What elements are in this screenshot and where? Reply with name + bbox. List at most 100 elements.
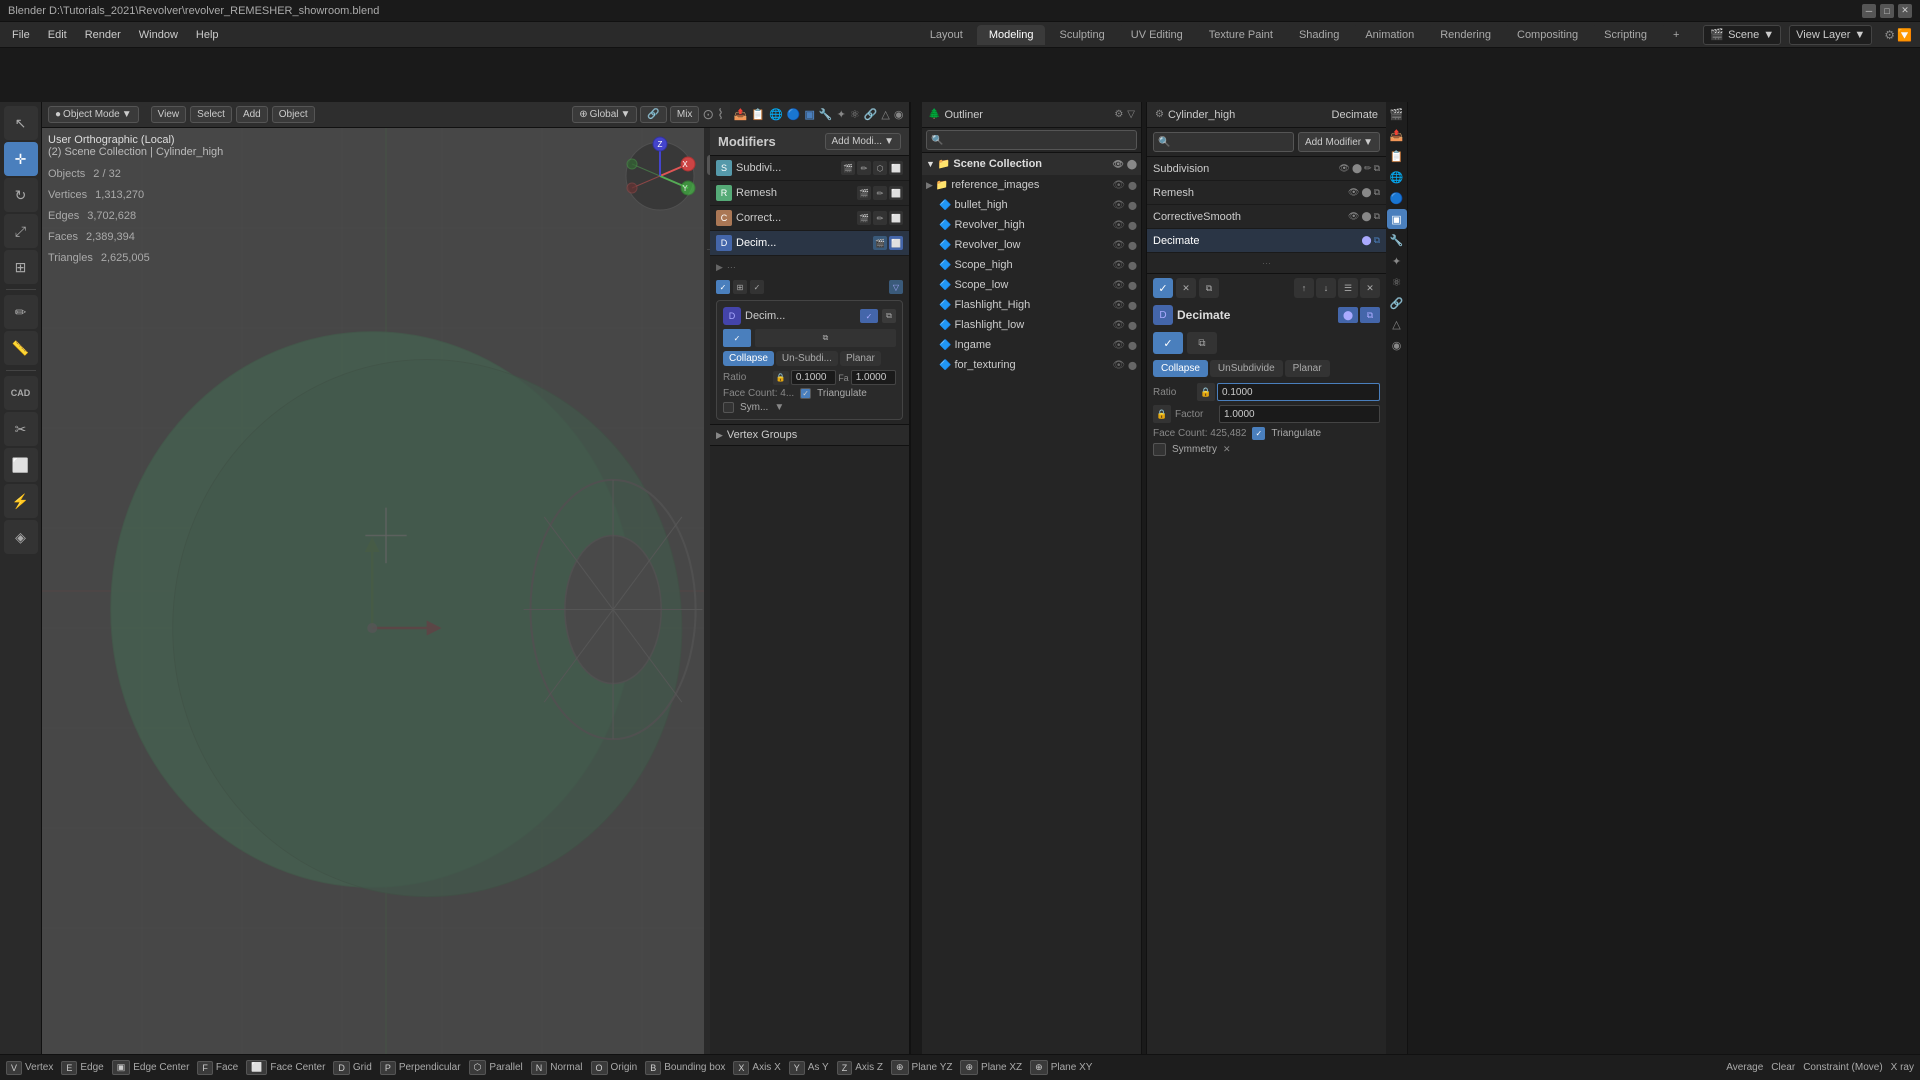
sp-remesh-row[interactable]: Remesh 👁 ⬤ ⧉ [1147, 181, 1386, 205]
outliner-item-ref-images[interactable]: ▶ 📁 reference_images 👁 ⬤ [922, 175, 1141, 195]
add-modifier-btn[interactable]: Add Modi... ▼ [825, 133, 902, 150]
view-layer-selector[interactable]: View Layer ▼ [1789, 25, 1872, 45]
outliner-item-bullet[interactable]: 🔷 bullet_high 👁 ⬤ [922, 195, 1141, 215]
tool-knife[interactable]: ✂ [4, 412, 38, 446]
particles-props-icon[interactable]: ✦ [837, 108, 846, 121]
tab-modeling[interactable]: Modeling [977, 25, 1046, 45]
sp-close-btn[interactable]: ✕ [1360, 278, 1380, 298]
props-tab-scene[interactable]: 🌐 [1387, 167, 1407, 187]
tool-measure[interactable]: 📏 [4, 331, 38, 365]
tab-compositing[interactable]: Compositing [1505, 25, 1590, 45]
pyz-key[interactable]: ⊕ [891, 1060, 909, 1075]
ratio-lock-btn[interactable]: 🔒 [773, 371, 789, 385]
sp-ratio-lock[interactable]: 🔒 [1197, 383, 1215, 401]
tx-eye[interactable]: 👁 [1112, 360, 1125, 371]
sym-check[interactable] [723, 402, 734, 413]
tab-add[interactable]: + [1661, 25, 1691, 45]
tool-3[interactable]: ⚡ [4, 484, 38, 518]
sp-subdiv-row[interactable]: Subdivision 👁 ⬤ ✏ ⧉ [1147, 157, 1386, 181]
face-center-key[interactable]: ⬜ [246, 1060, 267, 1075]
sp-decimate-render[interactable]: ⬤ [1361, 235, 1371, 246]
tool-move[interactable]: ✛ [4, 142, 38, 176]
scene-props-icon[interactable]: 🌐 [769, 108, 783, 121]
correct-edit-btn[interactable]: ✏ [873, 211, 887, 225]
mod-check-2[interactable]: ⊞ [733, 280, 747, 294]
props-tab-output[interactable]: 📤 [1387, 125, 1407, 145]
modifier-props-icon[interactable]: 🔧 [819, 108, 833, 121]
subdiv-render-btn[interactable]: 🎬 [841, 161, 855, 175]
collection-eye[interactable]: 👁 [1112, 159, 1123, 170]
tab-uv-editing[interactable]: UV Editing [1119, 25, 1195, 45]
sp-correct-render[interactable]: ⬤ [1361, 211, 1371, 222]
pxz-key[interactable]: ⊕ [960, 1060, 978, 1075]
global-pivot-button[interactable]: ⊕ Global ▼ [572, 106, 637, 123]
outliner-item-scope-high[interactable]: 🔷 Scope_high 👁 ⬤ [922, 255, 1141, 275]
decimate-expand-btn[interactable]: ⬜ [889, 236, 903, 250]
origin-key[interactable]: O [591, 1061, 608, 1075]
decimate-apply-btn[interactable]: ✓ [860, 309, 878, 323]
sp-sym-dd[interactable]: ✕ [1223, 444, 1231, 455]
sp-factor-lock[interactable]: 🔒 [1153, 405, 1171, 423]
rl-render[interactable]: ⬤ [1128, 241, 1137, 250]
remesh-render-btn[interactable]: 🎬 [857, 186, 871, 200]
outliner-item-flash-low[interactable]: 🔷 Flashlight_low 👁 ⬤ [922, 315, 1141, 335]
sp-dec-render-btn[interactable]: ⬤ [1338, 307, 1358, 323]
mod-collapse-btn[interactable]: ▽ [889, 280, 903, 294]
subdiv-expand-btn[interactable]: ⬜ [889, 161, 903, 175]
sp-unsubdiv-tab[interactable]: UnSubdivide [1210, 360, 1283, 377]
select-menu-button[interactable]: Select [190, 106, 232, 123]
object-props-icon[interactable]: ▣ [805, 108, 815, 121]
edge-center-key[interactable]: ▣ [112, 1060, 131, 1075]
props-tab-object[interactable]: ▣ [1387, 209, 1407, 229]
fl-eye[interactable]: 👁 [1112, 320, 1125, 331]
menu-file[interactable]: File [4, 27, 38, 43]
fl-render[interactable]: ⬤ [1128, 321, 1137, 330]
grid-key[interactable]: D [333, 1061, 350, 1075]
physics-props-icon[interactable]: ⚛ [850, 108, 860, 121]
close-button[interactable]: ✕ [1898, 4, 1912, 18]
rh-eye[interactable]: 👁 [1112, 220, 1125, 231]
bullet-render[interactable]: ⬤ [1128, 201, 1137, 210]
tab-animation[interactable]: Animation [1353, 25, 1426, 45]
planar-tab[interactable]: Planar [840, 351, 881, 366]
sp-add-modifier-btn[interactable]: Add Modifier ▼ [1298, 132, 1380, 152]
unsubdiv-tab[interactable]: Un-Subdi... [776, 351, 838, 366]
props-tab-data[interactable]: △ [1387, 314, 1407, 334]
menu-help[interactable]: Help [188, 27, 227, 43]
outliner-item-flash-high[interactable]: 🔷 Flashlight_High 👁 ⬤ [922, 295, 1141, 315]
sp-triang-check[interactable]: ✓ [1252, 427, 1265, 440]
fa-value[interactable]: 1.0000 [851, 370, 896, 385]
ig-render[interactable]: ⬤ [1128, 341, 1137, 350]
tool-scale[interactable]: ⤢ [4, 214, 38, 248]
sh-eye[interactable]: 👁 [1112, 260, 1125, 271]
sp-subdiv-eye[interactable]: 👁 [1339, 163, 1350, 174]
apply-copy-btn2[interactable]: ⧉ [755, 329, 896, 347]
mod-check-1[interactable]: ✓ [716, 280, 730, 294]
tool-cad[interactable]: CAD [4, 376, 38, 410]
sl-render[interactable]: ⬤ [1128, 281, 1137, 290]
object-mode-button[interactable]: ● Object Mode ▼ [48, 106, 139, 123]
sp-menu-btn[interactable]: ☰ [1338, 278, 1358, 298]
object-menu-button[interactable]: Object [272, 106, 315, 123]
normal-key[interactable]: N [531, 1061, 548, 1075]
vertex-key[interactable]: V [6, 1061, 22, 1075]
snap-button[interactable]: 🔗 [640, 106, 666, 123]
output-props-icon[interactable]: 📤 [734, 108, 748, 121]
sp-planar-tab[interactable]: Planar [1285, 360, 1330, 377]
props-tab-physics[interactable]: ⚛ [1387, 272, 1407, 292]
props-tab-view-layer[interactable]: 📋 [1387, 146, 1407, 166]
tool-transform[interactable]: ⊞ [4, 250, 38, 284]
scene-selector[interactable]: 🎬 Scene ▼ [1703, 25, 1781, 45]
sp-up-btn[interactable]: ↑ [1294, 278, 1314, 298]
props-tab-world[interactable]: 🔵 [1387, 188, 1407, 208]
menu-render[interactable]: Render [77, 27, 129, 43]
collection-render[interactable]: ⬤ [1127, 159, 1137, 170]
correct-expand-btn[interactable]: ⬜ [889, 211, 903, 225]
sp-expand-row[interactable]: ⋯ [1147, 253, 1386, 273]
triangulate-check[interactable]: ✓ [800, 388, 811, 399]
props-tab-modifier[interactable]: 🔧 [1387, 230, 1407, 250]
tab-rendering[interactable]: Rendering [1428, 25, 1503, 45]
ref-render[interactable]: ⬤ [1128, 181, 1137, 190]
sp-apply-check-btn[interactable]: ✓ [1153, 332, 1183, 354]
pxy-key[interactable]: ⊕ [1030, 1060, 1048, 1075]
